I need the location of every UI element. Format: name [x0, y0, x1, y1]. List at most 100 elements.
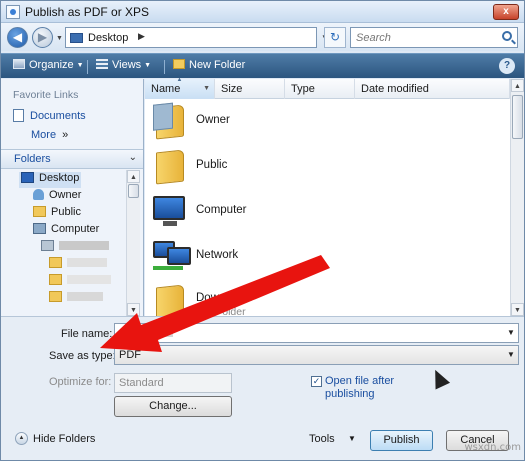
save-as-type-dropdown-icon[interactable]: ▼: [504, 346, 518, 364]
scroll-down-icon[interactable]: ▼: [127, 303, 140, 316]
folder-icon: [33, 206, 46, 217]
column-date-modified[interactable]: Date modified: [355, 79, 510, 99]
views-label: Views: [112, 59, 142, 71]
desktop-icon: [70, 33, 83, 43]
column-header-row: ▲ Name ▼ Size Type Date modified: [145, 77, 510, 99]
redacted-label: [59, 241, 109, 250]
back-button[interactable]: ◀: [7, 27, 28, 48]
user-folder-icon: [33, 189, 44, 200]
tree-item-drive[interactable]: [41, 240, 109, 256]
folder-tree-scrollbar[interactable]: ▲ ▼: [126, 170, 140, 316]
column-name[interactable]: ▲ Name ▼: [145, 77, 215, 99]
views-button[interactable]: Views ▼: [96, 59, 151, 71]
new-folder-button[interactable]: New Folder: [173, 59, 245, 71]
column-size[interactable]: Size: [215, 79, 285, 99]
save-options-panel: File name: ▼ Save as type: PDF ▼ Optimiz…: [1, 316, 524, 460]
favorite-links-heading: Favorite Links: [13, 89, 79, 101]
tools-chevron-down-icon[interactable]: ▼: [348, 434, 356, 443]
column-name-label: Name: [151, 83, 181, 95]
tree-item-folder[interactable]: [49, 257, 107, 273]
computer-icon: [33, 223, 46, 234]
chevron-down-icon[interactable]: ⌄: [129, 152, 137, 163]
scroll-up-icon[interactable]: ▲: [511, 79, 524, 92]
save-dialog: Publish as PDF or XPS x ◀ ▶ ▼ Desktop ▶ …: [0, 0, 525, 461]
favorite-documents-label: Documents: [30, 110, 86, 122]
downloads-folder-icon: [149, 280, 191, 320]
file-name-dropdown-icon[interactable]: ▼: [504, 324, 518, 342]
close-button[interactable]: x: [493, 4, 519, 20]
scroll-down-icon[interactable]: ▼: [511, 303, 524, 316]
save-as-type-label: Save as type:: [49, 350, 116, 362]
file-list-scrollbar[interactable]: ▲ ▼: [510, 79, 524, 316]
list-item-computer[interactable]: Computer: [145, 190, 505, 236]
list-item-owner[interactable]: Owner: [145, 100, 505, 146]
command-toolbar: Organize ▼ Views ▼ New Folder ?: [1, 53, 524, 78]
window-title: Publish as PDF or XPS: [25, 5, 150, 19]
save-as-type-value: PDF: [119, 349, 141, 361]
tree-item-desktop[interactable]: Desktop: [19, 172, 81, 188]
tree-item-folder[interactable]: [49, 291, 103, 307]
open-after-publishing-label[interactable]: Open file after publishing: [325, 375, 415, 401]
computer-icon: [149, 190, 191, 230]
views-icon: [96, 59, 108, 69]
favorite-documents-link[interactable]: Documents: [13, 109, 86, 122]
organize-label: Organize: [29, 59, 74, 71]
list-item-name: Computer: [196, 204, 247, 216]
views-chevron-down-icon: ▼: [144, 62, 152, 69]
address-field[interactable]: Desktop ▶: [65, 27, 317, 48]
recent-pages-chevron-icon[interactable]: ▼: [56, 35, 63, 42]
favorite-more-link[interactable]: More »: [31, 129, 68, 141]
change-button[interactable]: Change...: [114, 396, 232, 417]
organize-icon: [13, 59, 25, 69]
organize-button[interactable]: Organize ▼: [13, 59, 84, 71]
optimize-for-value: Standard: [119, 377, 164, 389]
scroll-up-icon[interactable]: ▲: [127, 170, 140, 183]
search-input[interactable]: Search: [350, 27, 518, 48]
column-dropdown-icon[interactable]: ▼: [203, 79, 210, 99]
tree-item-computer[interactable]: Computer: [33, 223, 99, 239]
network-icon: [149, 235, 191, 275]
more-chevron-icon: »: [62, 129, 69, 141]
optimize-for-field: Standard: [114, 373, 232, 393]
documents-icon: [13, 109, 24, 122]
folder-tree: Desktop Owner Public Computer: [1, 170, 125, 316]
column-size-label: Size: [221, 83, 243, 95]
organize-chevron-down-icon: ▼: [76, 62, 84, 69]
list-item-name: Network: [196, 249, 239, 261]
toolbar-divider: [87, 60, 88, 74]
search-icon[interactable]: [502, 31, 512, 41]
search-placeholder: Search: [356, 32, 391, 44]
tree-item-label: Computer: [51, 223, 100, 235]
list-item-network[interactable]: Network: [145, 235, 505, 281]
refresh-button[interactable]: ↻: [324, 27, 346, 48]
forward-button[interactable]: ▶: [32, 27, 53, 48]
list-item-name: Public: [196, 159, 228, 171]
scroll-thumb[interactable]: [128, 184, 139, 198]
list-item-name: Downloads: [196, 292, 253, 304]
tree-item-owner[interactable]: Owner: [33, 189, 81, 205]
folder-icon: [49, 257, 62, 268]
file-name-field[interactable]: ▼: [114, 323, 519, 343]
tools-menu-button[interactable]: Tools: [309, 433, 335, 445]
user-folder-icon: [149, 100, 191, 140]
breadcrumb-chevron-icon[interactable]: ▶: [138, 31, 145, 42]
scroll-thumb[interactable]: [512, 95, 523, 139]
toolbar-divider: [164, 60, 165, 74]
folders-header[interactable]: Folders ⌄: [1, 149, 143, 169]
save-as-type-select[interactable]: PDF ▼: [114, 345, 519, 365]
app-icon: [6, 5, 20, 19]
help-button[interactable]: ?: [499, 58, 515, 74]
open-after-publishing-checkbox[interactable]: ✓: [311, 376, 322, 387]
navigation-pane: Favorite Links Documents More » Folders …: [1, 79, 144, 316]
tree-item-folder[interactable]: [49, 274, 111, 290]
folders-label: Folders: [14, 153, 51, 165]
tree-item-public[interactable]: Public: [33, 206, 81, 222]
hide-folders-button[interactable]: Hide Folders: [33, 433, 95, 445]
favorite-more-label: More: [31, 129, 57, 141]
folder-icon: [149, 145, 191, 185]
hide-folders-chevron-up-icon[interactable]: ▲: [15, 432, 28, 445]
column-type[interactable]: Type: [285, 79, 355, 99]
new-folder-label: New Folder: [189, 59, 246, 71]
list-item-public[interactable]: Public: [145, 145, 505, 191]
publish-button[interactable]: Publish: [370, 430, 433, 451]
